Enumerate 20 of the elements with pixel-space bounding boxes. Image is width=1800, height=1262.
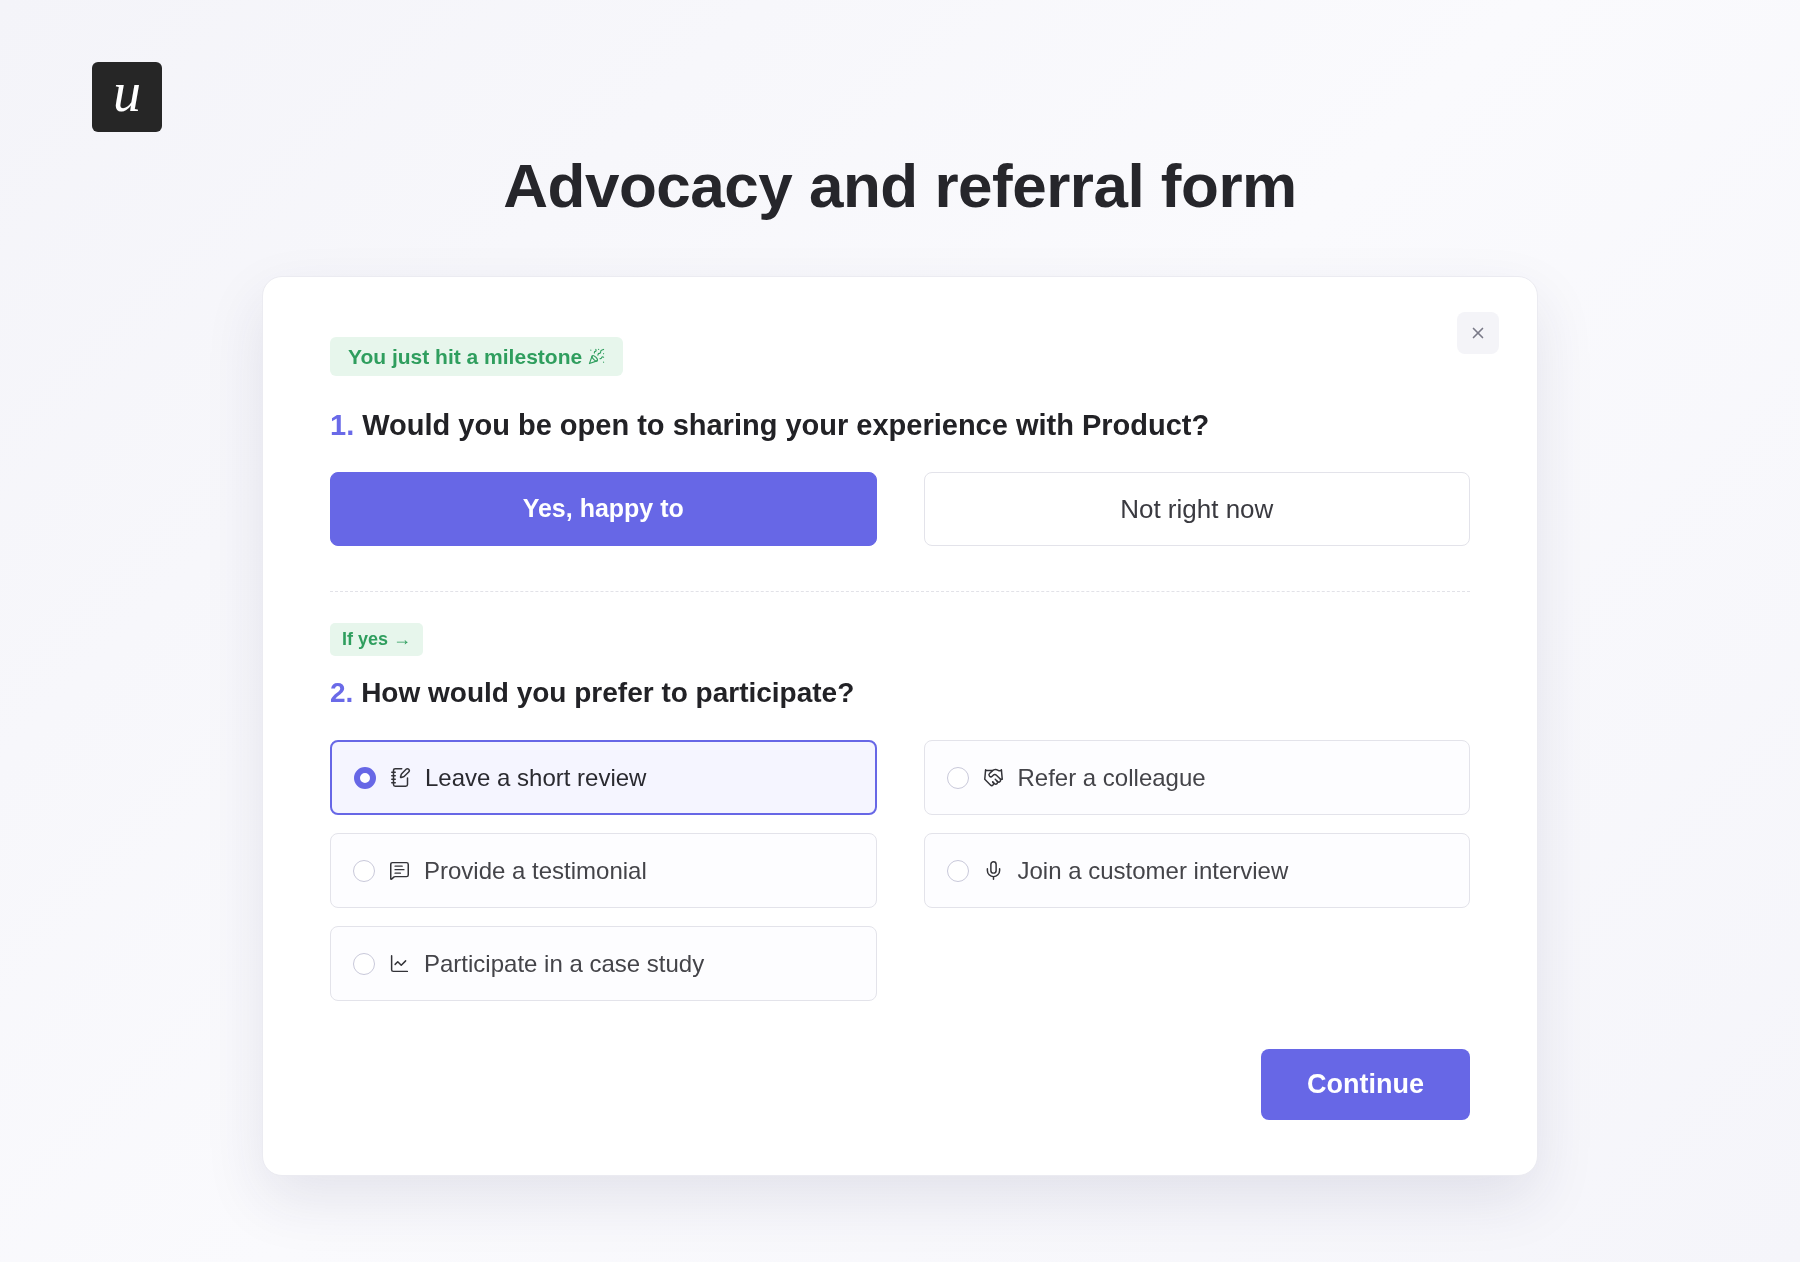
close-button[interactable] [1457,312,1499,354]
answer-button[interactable]: Yes, happy to [330,472,877,546]
milestone-text: You just hit a milestone [348,343,583,370]
continue-button[interactable]: Continue [1261,1049,1470,1120]
question-heading: 2. How would you prefer to participate? [330,676,855,710]
option-item[interactable]: Leave a short review [330,740,877,815]
logo: u [92,62,162,132]
speech-bubble-icon [389,860,410,881]
handshake-icon [982,767,1004,788]
notepad-pen-icon [390,767,411,788]
answer-button[interactable]: Not right now [923,472,1470,546]
option-item[interactable]: Provide a testimonial [330,833,877,908]
option-item[interactable]: Participate in a case study [330,926,877,1001]
condition-badge: If yes → [330,623,424,656]
question-heading: 1. Would you be open to sharing your experience with Product? [330,408,1210,443]
option-item[interactable]: Join a customer interview [923,833,1470,908]
page-title: Advocacy and referral form [503,150,1297,222]
option-item[interactable]: Refer a colleague [923,740,1470,815]
party-popper-icon [588,348,606,365]
line-chart-icon [389,953,410,974]
